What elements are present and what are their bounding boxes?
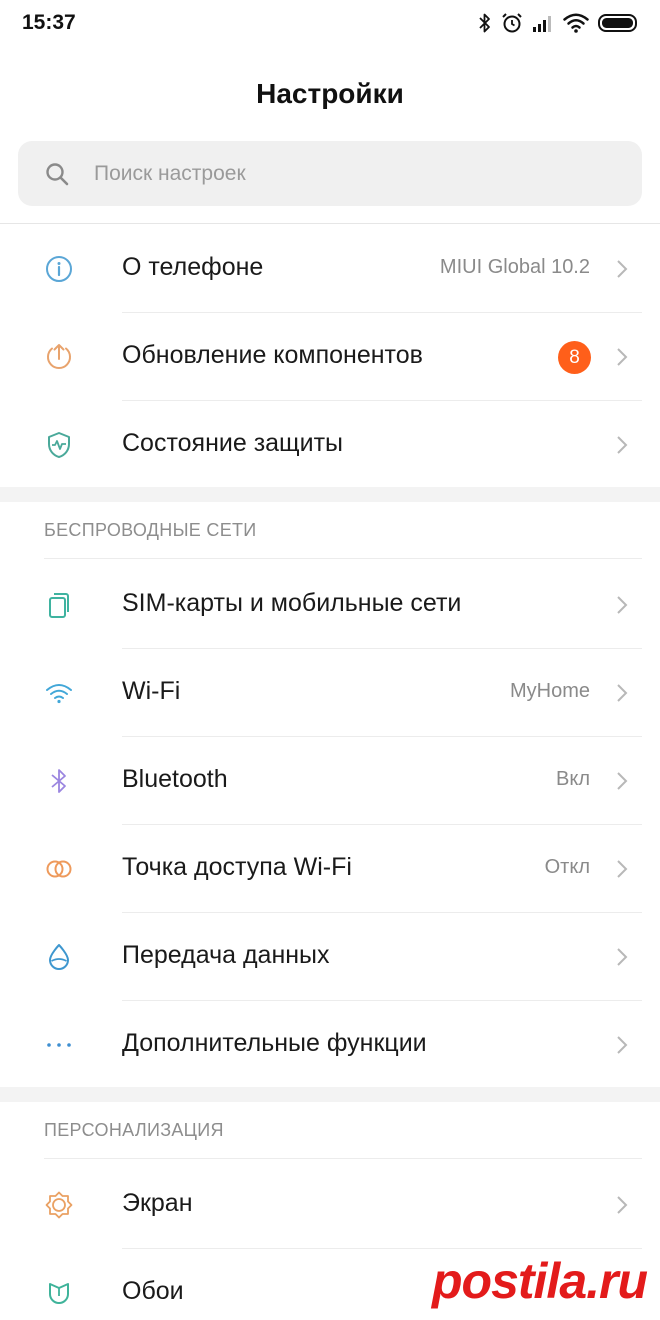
settings-item-additional-features[interactable]: Дополнительные функции (0, 1001, 660, 1089)
settings-item-label: Bluetooth (122, 765, 228, 793)
settings-item-label: Обновление компонентов (122, 341, 423, 369)
watermark-text: postila.ru (432, 1253, 648, 1309)
battery-icon (598, 13, 638, 33)
wifi-icon (44, 678, 74, 708)
settings-item-label: Wi-Fi (122, 677, 181, 705)
settings-item-label: Обои (122, 1277, 184, 1305)
chevron-right-icon (616, 347, 628, 372)
chevron-right-icon (616, 1195, 628, 1220)
settings-item-value: MIUI Global 10.2 (439, 256, 590, 278)
section-divider (44, 1158, 642, 1159)
hotspot-icon (44, 854, 74, 884)
bluetooth-icon (478, 12, 492, 34)
settings-item-wifi[interactable]: Wi-Fi MyHome (0, 649, 660, 737)
more-icon (44, 1030, 74, 1060)
status-icons (478, 10, 638, 36)
settings-item-value: Вкл (556, 768, 590, 790)
chevron-right-icon (616, 435, 628, 460)
chevron-right-icon (616, 1035, 628, 1060)
settings-item-label: Дополнительные функции (122, 1029, 427, 1057)
sim-card-icon (44, 590, 74, 620)
settings-item-label: О телефоне (122, 253, 264, 281)
divider (0, 223, 660, 224)
wallpaper-icon (44, 1278, 74, 1308)
status-bar: 15:37 (0, 0, 660, 50)
alarm-icon (501, 12, 523, 34)
settings-item-value: Откл (544, 856, 590, 878)
bluetooth-icon (44, 766, 74, 796)
section-header-wireless: БЕСПРОВОДНЫЕ СЕТИ (44, 520, 257, 540)
signal-icon (532, 13, 554, 33)
settings-item-data-usage[interactable]: Передача данных (0, 913, 660, 1001)
section-gap (0, 487, 660, 502)
chevron-right-icon (616, 771, 628, 796)
settings-item-value: MyHome (509, 680, 590, 702)
shield-icon (44, 430, 74, 460)
settings-item-label: SIM-карты и мобильные сети (122, 589, 462, 617)
data-usage-icon (44, 942, 74, 972)
status-time: 15:37 (22, 11, 76, 34)
section-gap (0, 1087, 660, 1102)
settings-item-label: Состояние защиты (122, 429, 344, 457)
settings-item-component-update[interactable]: Обновление компонентов 8 (0, 313, 660, 401)
chevron-right-icon (616, 595, 628, 620)
settings-item-label: Экран (122, 1189, 193, 1217)
settings-item-label: Передача данных (122, 941, 330, 969)
display-icon (44, 1190, 74, 1220)
settings-item-sim-cards[interactable]: SIM-карты и мобильные сети (0, 561, 660, 649)
wifi-icon (563, 13, 589, 33)
settings-item-display[interactable]: Экран (0, 1161, 660, 1249)
settings-item-label: Точка доступа Wi-Fi (122, 853, 352, 881)
settings-item-bluetooth[interactable]: Bluetooth Вкл (0, 737, 660, 825)
chevron-right-icon (616, 859, 628, 884)
search-icon (44, 161, 70, 192)
notification-badge: 8 (558, 341, 591, 374)
info-icon (44, 254, 74, 284)
chevron-right-icon (616, 259, 628, 284)
settings-item-security-status[interactable]: Состояние защиты (0, 401, 660, 489)
update-icon (44, 342, 74, 372)
watermark-logo: postila.ru (432, 1252, 648, 1312)
chevron-right-icon (616, 947, 628, 972)
section-header-personalization: ПЕРСОНАЛИЗАЦИЯ (44, 1120, 224, 1140)
section-divider (44, 558, 642, 559)
settings-item-hotspot[interactable]: Точка доступа Wi-Fi Откл (0, 825, 660, 913)
search-input[interactable]: Поиск настроек (18, 141, 642, 206)
settings-item-about-phone[interactable]: О телефоне MIUI Global 10.2 (0, 225, 660, 313)
search-placeholder: Поиск настроек (94, 162, 246, 185)
page-title: Настройки (256, 78, 404, 109)
chevron-right-icon (616, 683, 628, 708)
